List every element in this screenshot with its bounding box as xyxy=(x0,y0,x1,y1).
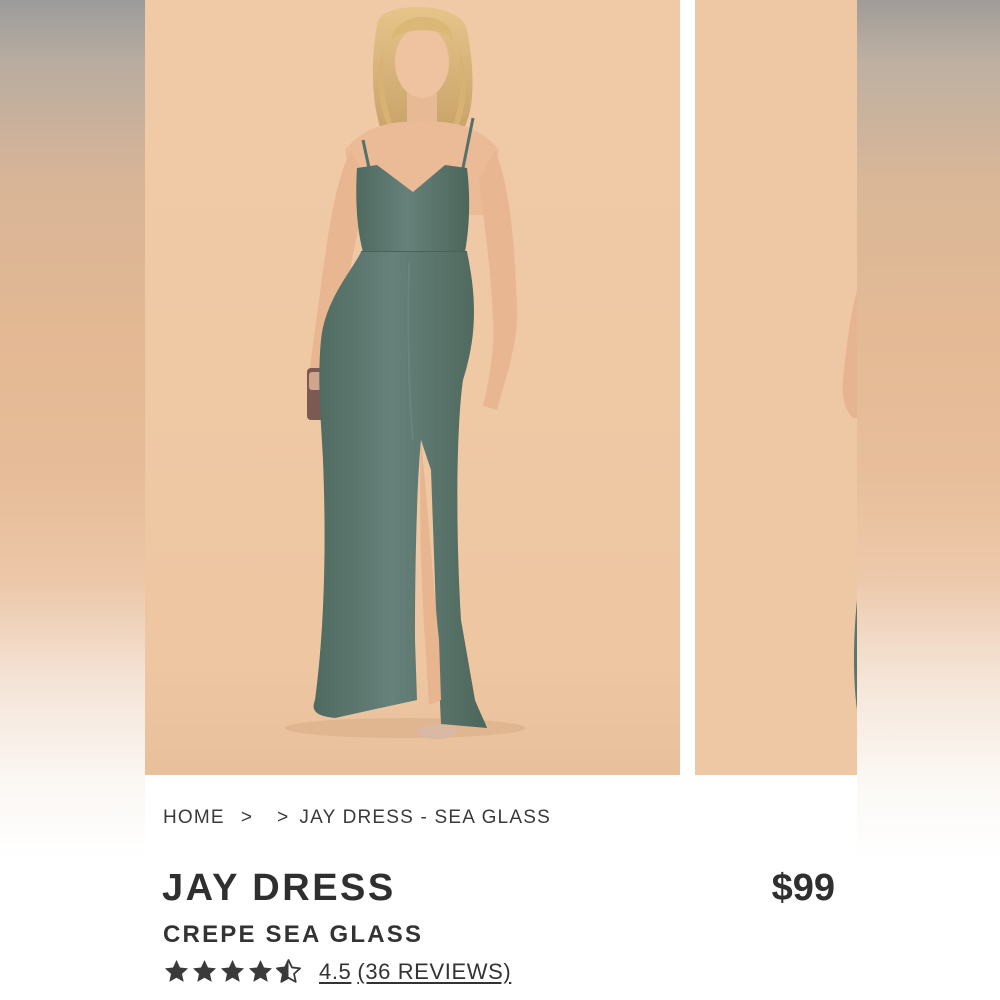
blurred-background-left xyxy=(0,0,145,1000)
rating-value: 4.5 xyxy=(319,958,352,984)
reviews-link[interactable]: 4.5 (36 REVIEWS) xyxy=(319,959,511,985)
model-photo-partial xyxy=(695,0,857,775)
star-icon xyxy=(192,960,217,982)
product-variant: CREPE SEA GLASS xyxy=(163,921,424,948)
blurred-background-right xyxy=(857,0,1000,1000)
reviews-count: (36 REVIEWS) xyxy=(357,958,512,984)
star-icon xyxy=(164,960,189,982)
star-icon xyxy=(248,960,273,982)
star-rating xyxy=(163,958,303,985)
breadcrumb-separator: > xyxy=(240,807,254,828)
product-image-next[interactable] xyxy=(695,0,857,775)
breadcrumb-current: JAY DRESS - SEA GLASS xyxy=(299,807,551,828)
product-rating: 4.5 (36 REVIEWS) xyxy=(163,958,511,985)
breadcrumb-home-link[interactable]: HOME xyxy=(163,807,225,829)
star-icon xyxy=(220,960,245,982)
product-info-panel: HOME > > JAY DRESS - SEA GLASS JAY DRESS… xyxy=(145,775,857,1000)
model-photo-illustration xyxy=(145,0,680,775)
breadcrumb-separator: > xyxy=(277,807,290,828)
product-title: JAY DRESS xyxy=(162,867,396,909)
screenshot-stage: HOME > > JAY DRESS - SEA GLASS JAY DRESS… xyxy=(0,0,1000,1000)
star-half-icon xyxy=(276,959,301,983)
product-card: HOME > > JAY DRESS - SEA GLASS JAY DRESS… xyxy=(145,0,857,1000)
product-image-main[interactable] xyxy=(145,0,680,775)
breadcrumb: HOME > > JAY DRESS - SEA GLASS xyxy=(163,807,551,829)
product-price: $99 xyxy=(771,867,835,909)
